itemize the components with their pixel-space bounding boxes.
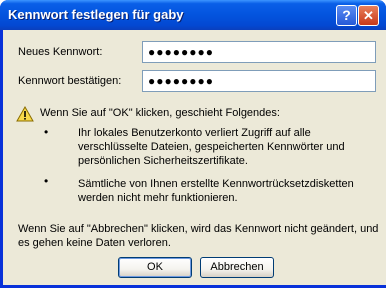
help-button[interactable]: ?: [336, 5, 357, 26]
ok-button[interactable]: OK: [118, 257, 192, 278]
confirm-password-label: Kennwort bestätigen:: [18, 75, 122, 87]
new-password-label: Neues Kennwort:: [18, 46, 103, 58]
warning-intro: Wenn Sie auf "OK" klicken, geschieht Fol…: [40, 107, 280, 119]
cancel-button[interactable]: Abbrechen: [200, 257, 274, 278]
cancel-note: Wenn Sie auf "Abbrechen" klicken, wird d…: [18, 223, 379, 249]
warning-item-1: Ihr lokales Benutzerkonto verliert Zugri…: [78, 127, 345, 167]
dialog-window: Kennwort festlegen für gaby ? ✕ Neues Ke…: [0, 0, 386, 288]
title-bar[interactable]: Kennwort festlegen für gaby ? ✕: [0, 0, 386, 30]
bullet-2-icon: •: [44, 174, 49, 188]
close-button[interactable]: ✕: [358, 5, 379, 26]
bullet-1-icon: •: [44, 125, 49, 139]
warning-item-2: Sämtliche von Ihnen erstellte Kennwortrü…: [78, 178, 354, 204]
confirm-password-field[interactable]: ●●●●●●●●: [142, 70, 376, 92]
new-password-field[interactable]: ●●●●●●●●: [142, 41, 376, 63]
window-title: Kennwort festlegen für gaby: [8, 7, 184, 22]
close-icon: ✕: [363, 8, 374, 23]
warning-triangle-icon: [16, 106, 34, 122]
help-icon: ?: [342, 7, 351, 23]
dialog-content: Neues Kennwort: ●●●●●●●● Kennwort bestät…: [6, 30, 386, 285]
